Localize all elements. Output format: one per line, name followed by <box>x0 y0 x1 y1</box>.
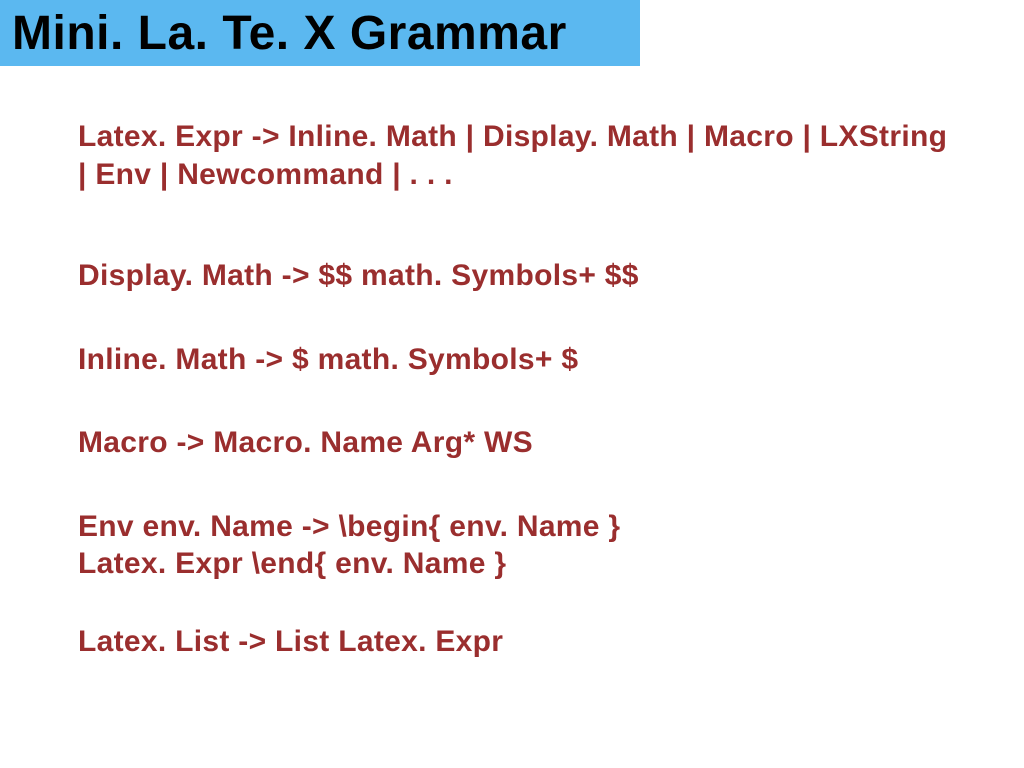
grammar-rule: Latex. Expr -> Inline. Math | Display. M… <box>78 118 954 193</box>
slide-title: Mini. La. Te. X Grammar <box>12 6 567 61</box>
grammar-rule: Env env. Name -> \begin{ env. Name } Lat… <box>78 508 954 583</box>
grammar-rule: Latex. List -> List Latex. Expr <box>78 623 954 661</box>
slide: Mini. La. Te. X Grammar Latex. Expr -> I… <box>0 0 1024 768</box>
content-area: Latex. Expr -> Inline. Math | Display. M… <box>0 66 1024 660</box>
grammar-rule: Inline. Math -> $ math. Symbols+ $ <box>78 341 954 379</box>
grammar-rule: Macro -> Macro. Name Arg* WS <box>78 424 954 462</box>
title-bar: Mini. La. Te. X Grammar <box>0 0 640 66</box>
grammar-rule: Display. Math -> $$ math. Symbols+ $$ <box>78 257 954 295</box>
